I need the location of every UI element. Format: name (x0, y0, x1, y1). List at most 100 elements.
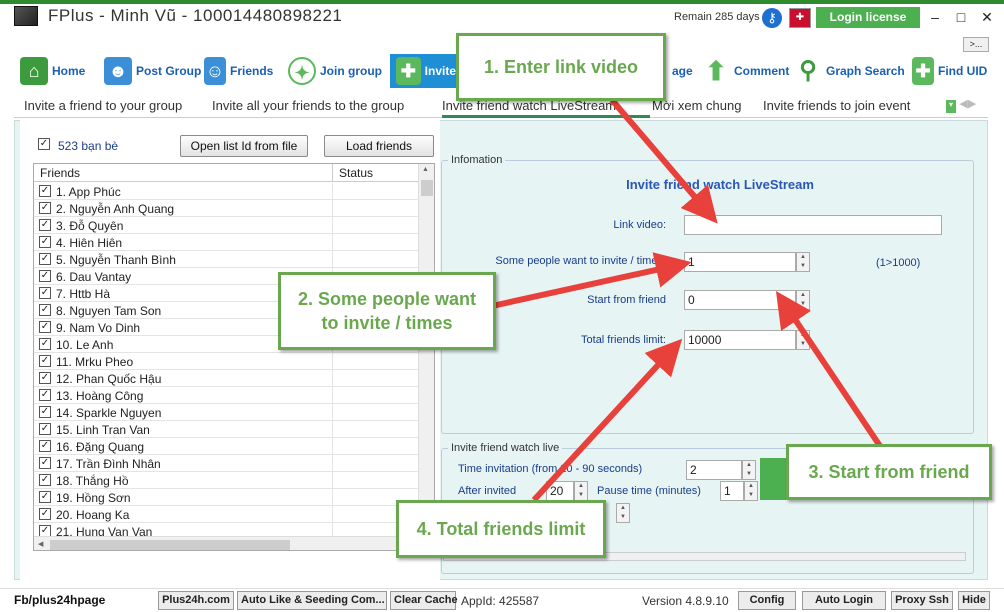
chevron-right-icon[interactable]: ▶ (968, 98, 976, 110)
after-invited-spinner[interactable]: ▲ ▼ (574, 481, 588, 501)
hide-button[interactable]: Hide (958, 591, 990, 610)
row-checkbox[interactable]: ✓ (39, 202, 51, 214)
table-row[interactable]: ✓ 13. Hoàng Công (34, 387, 418, 404)
select-all-checkbox[interactable]: ✓ (38, 138, 50, 150)
after-invited-input[interactable]: 20 (546, 481, 574, 501)
row-checkbox[interactable]: ✓ (39, 491, 51, 503)
scroll-thumb-horizontal[interactable] (50, 540, 290, 550)
pause-time-spinner[interactable]: ▲ ▼ (744, 481, 758, 501)
row-checkbox[interactable]: ✓ (39, 406, 51, 418)
table-row[interactable]: ✓ 20. Hoang Ka (34, 506, 418, 523)
tab-invite-event[interactable]: Invite friends to join event (763, 98, 910, 113)
table-row[interactable]: ✓ 4. Hiên Hiên (34, 234, 418, 251)
callout-invite-times: 2. Some people want to invite / times (278, 272, 496, 350)
table-row[interactable]: ✓ 16. Đặng Quang (34, 438, 418, 455)
row-checkbox[interactable]: ✓ (39, 338, 51, 350)
nav-find-uid[interactable]: ✚ Find UID (912, 54, 987, 88)
nav-graph-search[interactable]: ⚲ Graph Search (794, 54, 905, 88)
clear-cache-button[interactable]: Clear Cache (390, 591, 458, 610)
proxy-ssh-button[interactable]: Proxy Ssh (891, 591, 953, 610)
column-divider (332, 251, 333, 268)
tab-scroll-arrows[interactable]: ▾ ◀▶ (946, 96, 986, 113)
table-row[interactable]: ✓ 19. Hồng Sơn (34, 489, 418, 506)
nav-page[interactable]: age (672, 54, 693, 88)
row-checkbox[interactable]: ✓ (39, 304, 51, 316)
invite-per-time-spinner[interactable]: ▲ ▼ (796, 252, 810, 272)
column-divider (332, 164, 333, 182)
nav-home[interactable]: ⌂ Home (20, 54, 85, 88)
invite-per-time-input[interactable]: 1 (684, 252, 796, 272)
row-checkbox[interactable]: ✓ (39, 508, 51, 520)
column-friends[interactable]: Friends (40, 166, 80, 180)
row-checkbox[interactable]: ✓ (39, 270, 51, 282)
tab-invite-livestream[interactable]: Invite friend watch LiveStream (442, 98, 650, 118)
column-status[interactable]: Status (339, 166, 373, 180)
scroll-left-icon[interactable]: ◀ (38, 540, 43, 548)
range-hint: (1>1000) (876, 257, 921, 269)
table-row[interactable]: ✓ 17. Trần Đình Nhân (34, 455, 418, 472)
row-checkbox[interactable]: ✓ (39, 372, 51, 384)
row-checkbox[interactable]: ✓ (39, 474, 51, 486)
scroll-thumb[interactable] (421, 180, 433, 196)
row-checkbox[interactable]: ✓ (39, 287, 51, 299)
open-list-button[interactable]: Open list Id from file (180, 135, 308, 157)
scroll-up-icon[interactable]: ▲ (422, 166, 429, 173)
chevron-left-icon[interactable]: ◀ (959, 98, 967, 110)
start-from-spinner[interactable]: ▲ ▼ (796, 290, 810, 310)
row-checkbox[interactable]: ✓ (39, 355, 51, 367)
table-row[interactable]: ✓ 3. Đỗ Quyên (34, 217, 418, 234)
tab-invite-friend-group[interactable]: Invite a friend to your group (24, 98, 182, 113)
key-icon[interactable]: ⚷ (762, 8, 782, 28)
table-row[interactable]: ✓ 11. Mrku Pheo (34, 353, 418, 370)
start-from-input[interactable]: 0 (684, 290, 796, 310)
table-row[interactable]: ✓ 12. Phan Quốc Hậu (34, 370, 418, 387)
table-row[interactable]: ✓ 2. Nguyễn Anh Quang (34, 200, 418, 217)
row-checkbox[interactable]: ✓ (39, 457, 51, 469)
tab-invite-all-friends-group[interactable]: Invite all your friends to the group (212, 98, 404, 113)
nav-comment[interactable]: ⬆ Comment (702, 54, 789, 88)
minimize-button[interactable]: – (924, 6, 946, 28)
row-checkbox[interactable]: ✓ (39, 321, 51, 333)
table-row[interactable]: ✓ 18. Thắng Hồ (34, 472, 418, 489)
table-row[interactable]: ✓ 14. Sparkle Nguyen (34, 404, 418, 421)
live-legend: Invite friend watch live (448, 442, 563, 454)
table-row[interactable]: ✓ 15. Linh Tran Van (34, 421, 418, 438)
auto-like-button[interactable]: Auto Like & Seeding Com... (237, 591, 387, 610)
row-checkbox[interactable]: ✓ (39, 219, 51, 231)
nav-friends[interactable]: ☺ Friends (204, 54, 273, 88)
uk-flag-icon[interactable]: ✚ (789, 8, 811, 28)
close-button[interactable]: ✕ (976, 6, 998, 28)
row-checkbox[interactable]: ✓ (39, 440, 51, 452)
friend-name: 11. Mrku Pheo (56, 355, 134, 369)
table-row[interactable]: ✓ 5. Nguyễn Thanh Bình (34, 251, 418, 268)
toolbar-more-button[interactable]: >... (963, 37, 989, 52)
row-checkbox[interactable]: ✓ (39, 185, 51, 197)
auto-login-button[interactable]: Auto Login (802, 591, 886, 610)
row-checkbox[interactable]: ✓ (39, 253, 51, 265)
nav-post-group[interactable]: ☻ Post Group (104, 54, 201, 88)
row-checkbox[interactable]: ✓ (39, 236, 51, 248)
pause-time-input[interactable]: 1 (720, 481, 744, 501)
nav-join-group[interactable]: ✦ Join group (288, 54, 382, 88)
row-checkbox[interactable]: ✓ (39, 389, 51, 401)
login-license-button[interactable]: Login license (816, 7, 920, 28)
extra-spinner[interactable]: ▲ ▼ (616, 503, 630, 523)
row-checkbox[interactable]: ✓ (39, 423, 51, 435)
load-friends-button[interactable]: Load friends (324, 135, 434, 157)
horizontal-scrollbar[interactable]: ◀ ▶ (34, 536, 434, 550)
app-id: AppId: 425587 (461, 594, 540, 608)
tab-menu-icon[interactable]: ▾ (946, 100, 956, 113)
time-invitation-spinner[interactable]: ▲ ▼ (742, 460, 756, 480)
config-button[interactable]: Config (738, 591, 796, 610)
plus24h-button[interactable]: Plus24h.com (158, 591, 234, 610)
friend-name: 13. Hoàng Công (56, 389, 144, 403)
nav-invite[interactable]: ✚ Invite (390, 54, 462, 88)
total-limit-spinner[interactable]: ▲ ▼ (796, 330, 810, 350)
column-divider (332, 353, 333, 370)
link-video-input[interactable] (684, 215, 942, 235)
table-row[interactable]: ✓ 1. App Phúc (34, 183, 418, 200)
vertical-scrollbar[interactable]: ▲ (418, 164, 434, 536)
time-invitation-input[interactable]: 2 (686, 460, 742, 480)
maximize-button[interactable]: □ (950, 6, 972, 28)
total-limit-input[interactable]: 10000 (684, 330, 796, 350)
